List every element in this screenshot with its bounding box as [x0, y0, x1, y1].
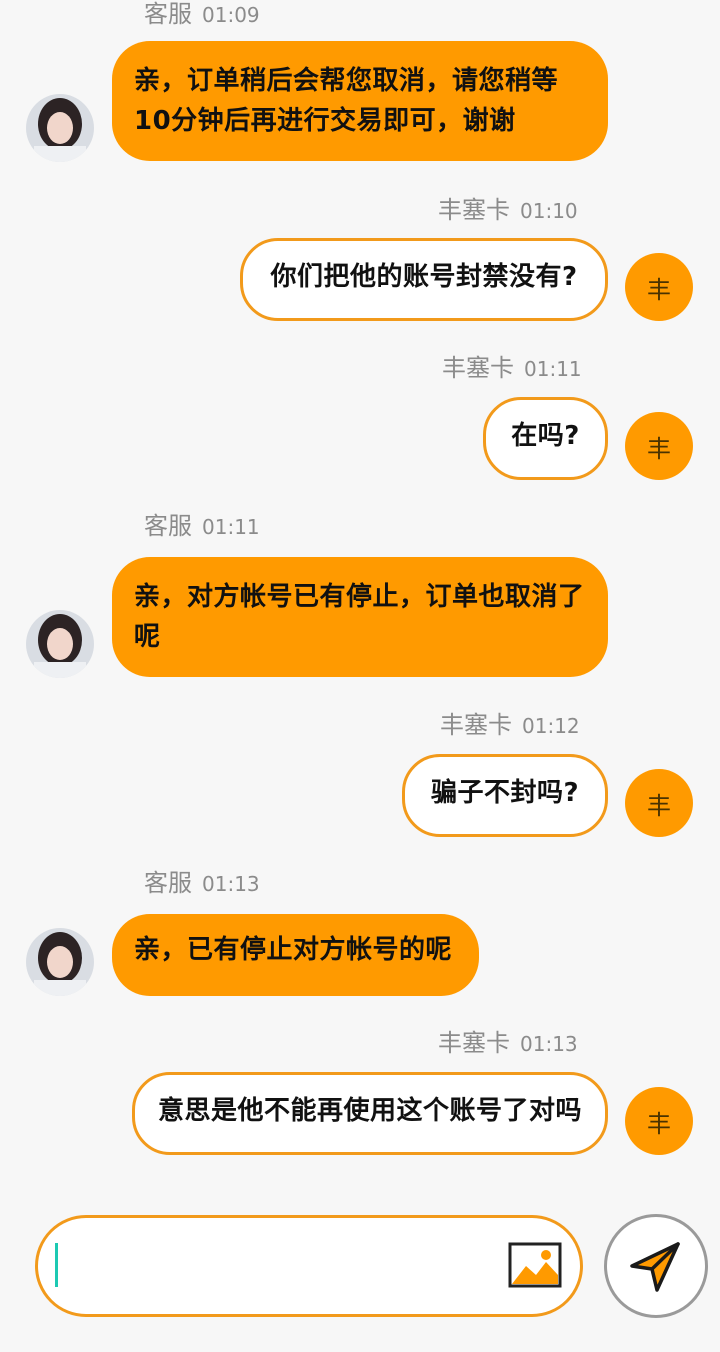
message-meta: 客服 01:11	[144, 512, 260, 541]
sender-name: 丰塞卡	[442, 354, 514, 382]
message-time: 01:11	[202, 515, 260, 539]
message-bubble-agent[interactable]: 亲，对方帐号已有停止，订单也取消了呢	[112, 557, 608, 677]
message-time: 01:09	[202, 3, 260, 27]
sender-name: 客服	[144, 0, 192, 28]
message-bubble-user[interactable]: 骗子不封吗?	[402, 754, 608, 837]
message-input[interactable]	[35, 1215, 583, 1317]
message-time: 01:13	[202, 872, 260, 896]
sender-name: 丰塞卡	[440, 711, 512, 739]
message-bubble-agent[interactable]: 亲，已有停止对方帐号的呢	[112, 914, 479, 996]
message-time: 01:12	[522, 714, 580, 738]
message-time: 01:11	[524, 357, 582, 381]
sender-name: 丰塞卡	[438, 196, 510, 224]
message-meta: 客服 01:13	[144, 869, 260, 898]
message-bubble-user[interactable]: 在吗?	[483, 397, 608, 480]
send-icon	[630, 1242, 680, 1292]
composer-bar	[0, 1190, 720, 1352]
user-avatar[interactable]: 丰	[625, 1087, 693, 1155]
message-time: 01:10	[520, 199, 578, 223]
message-meta: 丰塞卡 01:12	[440, 711, 580, 740]
sender-name: 丰塞卡	[438, 1029, 510, 1057]
chat-message-list[interactable]: 客服 01:09 亲，订单稍后会帮您取消，请您稍等10分钟后再进行交易即可，谢谢 …	[0, 0, 720, 1190]
agent-avatar[interactable]	[26, 94, 94, 162]
message-time: 01:13	[520, 1032, 578, 1056]
message-bubble-agent[interactable]: 亲，订单稍后会帮您取消，请您稍等10分钟后再进行交易即可，谢谢	[112, 41, 608, 161]
message-bubble-user[interactable]: 你们把他的账号封禁没有?	[240, 238, 608, 321]
sender-name: 客服	[144, 869, 192, 897]
message-meta: 客服 01:09	[144, 0, 260, 29]
agent-avatar[interactable]	[26, 928, 94, 996]
agent-avatar[interactable]	[26, 610, 94, 678]
message-meta: 丰塞卡 01:13	[438, 1029, 578, 1058]
message-meta: 丰塞卡 01:10	[438, 196, 578, 225]
message-meta: 丰塞卡 01:11	[442, 354, 582, 383]
message-bubble-user[interactable]: 意思是他不能再使用这个账号了对吗	[132, 1072, 608, 1155]
user-avatar[interactable]: 丰	[625, 769, 693, 837]
image-icon[interactable]	[508, 1242, 562, 1288]
sender-name: 客服	[144, 512, 192, 540]
user-avatar[interactable]: 丰	[625, 412, 693, 480]
send-button[interactable]	[604, 1214, 708, 1318]
user-avatar[interactable]: 丰	[625, 253, 693, 321]
text-caret	[55, 1243, 58, 1287]
